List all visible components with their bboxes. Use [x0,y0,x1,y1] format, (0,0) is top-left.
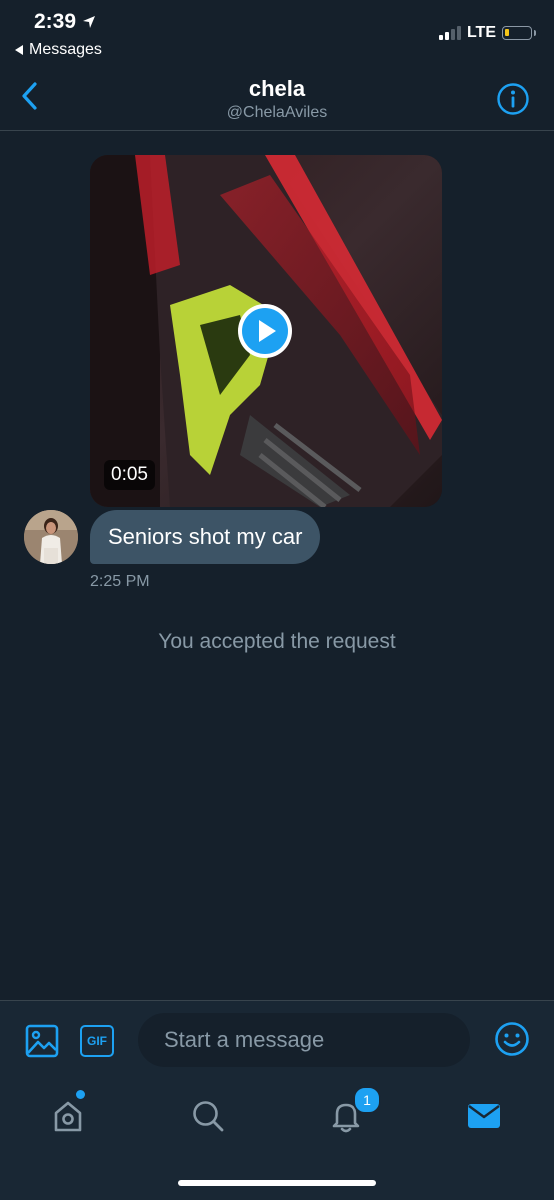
home-new-dot [76,1090,85,1099]
network-type: LTE [466,24,496,41]
message-input[interactable] [138,1013,470,1067]
contact-name[interactable]: chela [0,76,554,102]
tab-messages[interactable] [464,1096,504,1136]
message-composer: GIF [0,1000,554,1081]
message-timestamp: 2:25 PM [90,573,150,590]
home-indicator[interactable] [178,1180,376,1186]
message-bubble[interactable]: Seniors shot my car [90,510,321,564]
smiley-icon [495,1022,529,1056]
video-message[interactable]: 0:05 [90,155,442,507]
image-icon [25,1024,59,1058]
search-icon [193,1101,224,1132]
avatar[interactable] [24,510,78,564]
notifications-count-badge: 1 [353,1086,381,1114]
tab-home[interactable] [48,1096,88,1136]
mail-icon [468,1104,500,1128]
tab-search[interactable] [188,1096,228,1136]
location-arrow-icon [83,16,96,28]
contact-handle[interactable]: @ChelaAviles [0,104,554,122]
video-duration: 0:05 [104,460,155,490]
emoji-button[interactable] [494,1021,530,1057]
play-button[interactable] [236,302,294,360]
back-app-label: Messages [29,41,102,58]
add-media-button[interactable] [24,1023,60,1059]
info-icon [497,83,529,115]
signal-strength-icon [438,26,461,40]
home-icon [54,1101,82,1132]
request-accepted-note: You accepted the request [158,630,396,653]
status-bar: 2:39 Messages LTE [0,0,554,66]
gif-button[interactable]: GIF [80,1025,114,1057]
avatar-image [24,510,78,564]
conversation-header: chela @ChelaAviles [0,66,554,131]
status-time: 2:39 [34,10,77,33]
battery-icon [502,26,536,40]
back-to-app-link[interactable]: Messages [14,41,102,59]
conversation-info-button[interactable] [496,82,530,116]
status-clock: 2:39 [34,10,96,34]
message-text: Seniors shot my car [108,524,303,549]
back-triangle-icon [15,45,23,55]
gif-label: GIF [87,1034,107,1048]
status-indicators: LTE [438,24,536,42]
tab-bar: 1 [0,1080,554,1200]
play-icon [238,304,292,358]
dm-conversation-screen: 2:39 Messages LTE chela @ChelaAviles 0:0… [0,0,554,1200]
